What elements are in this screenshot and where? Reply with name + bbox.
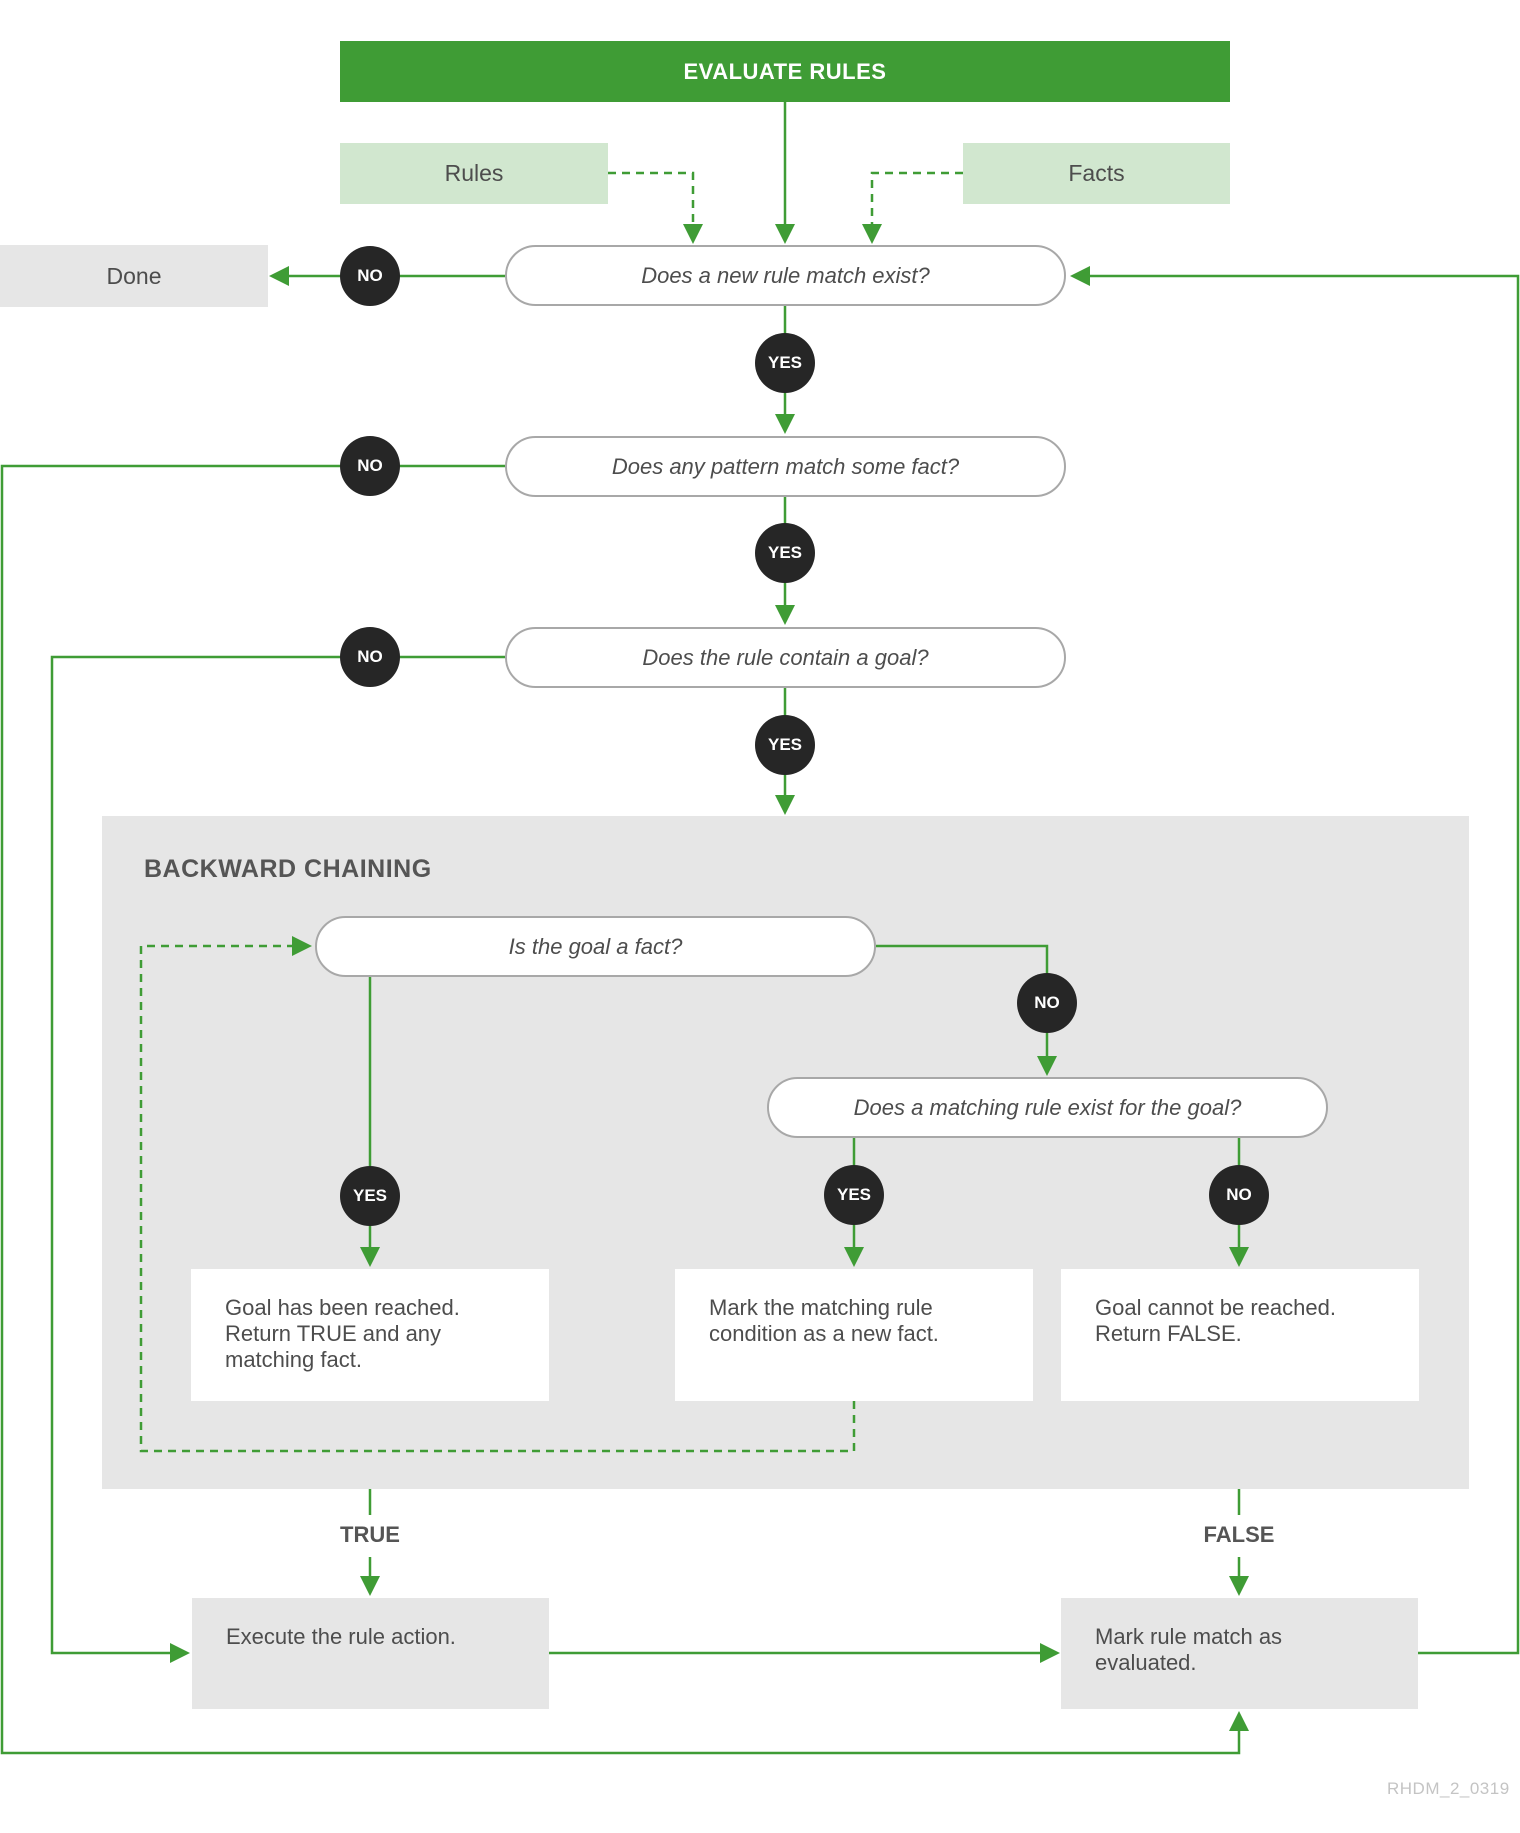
- decision-pattern-match: Does any pattern match some fact?: [505, 436, 1066, 497]
- no-badge: NO: [1209, 1165, 1269, 1225]
- yes-badge: YES: [755, 333, 815, 393]
- arrowhead: [292, 936, 312, 956]
- arrowhead: [1229, 1711, 1249, 1731]
- true-label: TRUE: [340, 1522, 400, 1547]
- arrowhead: [360, 1247, 380, 1267]
- result-goal-unreachable: Goal cannot be reached. Return FALSE.: [1061, 1269, 1419, 1401]
- arrowhead: [1229, 1576, 1249, 1596]
- arrowhead: [775, 224, 795, 244]
- action-mark-evaluated: Mark rule match as evaluated.: [1061, 1598, 1418, 1709]
- edge-d3-no: [50, 655, 505, 1655]
- decision-contains-goal: Does the rule contain a goal?: [505, 627, 1066, 688]
- rules-input-box: Rules: [340, 143, 608, 204]
- evaluate-rules-header: EVALUATE RULES: [340, 41, 1230, 102]
- no-badge: NO: [340, 246, 400, 306]
- arrowhead: [269, 266, 289, 286]
- arrowhead: [844, 1247, 864, 1267]
- result-goal-reached: Goal has been reached. Return TRUE and a…: [191, 1269, 549, 1401]
- decision-matching-rule-exists: Does a matching rule exist for the goal?: [767, 1077, 1328, 1138]
- arrowhead: [170, 1643, 190, 1663]
- decision-new-rule-match: Does a new rule match exist?: [505, 245, 1066, 306]
- no-badge: NO: [340, 436, 400, 496]
- arrowhead: [1229, 1247, 1249, 1267]
- arrowhead: [683, 224, 703, 244]
- no-badge: NO: [340, 627, 400, 687]
- yes-badge: YES: [755, 523, 815, 583]
- edge-rules-to-d1: [608, 171, 695, 228]
- facts-input-box: Facts: [963, 143, 1230, 204]
- arrowhead: [775, 414, 795, 434]
- decision-goal-is-fact: Is the goal a fact?: [315, 916, 876, 977]
- edge-mark-loop: [1088, 274, 1520, 1655]
- result-mark-condition: Mark the matching rule condition as a ne…: [675, 1269, 1033, 1401]
- arrowhead: [360, 1576, 380, 1596]
- figure-id: RHDM_2_0319: [1387, 1779, 1510, 1798]
- yes-badge: YES: [755, 715, 815, 775]
- no-badge: NO: [1017, 973, 1077, 1033]
- arrowhead: [1037, 1056, 1057, 1076]
- yes-badge: YES: [824, 1165, 884, 1225]
- arrowhead: [1040, 1643, 1060, 1663]
- arrowhead: [775, 795, 795, 815]
- edge-facts-to-d1: [870, 171, 963, 228]
- yes-badge: YES: [340, 1166, 400, 1226]
- arrowhead: [1070, 266, 1090, 286]
- arrowhead: [775, 605, 795, 625]
- action-execute-rule: Execute the rule action.: [192, 1598, 549, 1709]
- false-label: FALSE: [1203, 1522, 1275, 1547]
- done-terminal: Done: [0, 245, 268, 307]
- arrowhead: [862, 224, 882, 244]
